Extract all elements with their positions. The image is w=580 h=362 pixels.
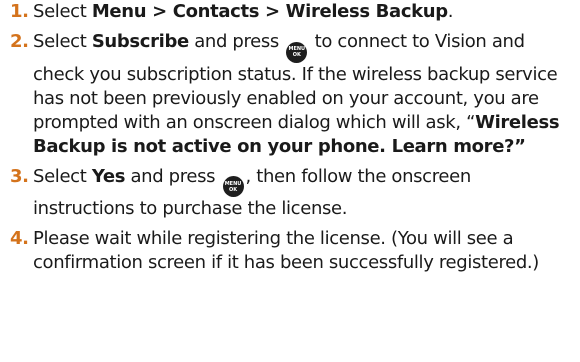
menu-path: Menu > Contacts > Wireless Backup bbox=[91, 1, 448, 22]
step-1: 1. Select Menu > Contacts > Wireless Bac… bbox=[0, 0, 580, 24]
yes-option: Yes bbox=[91, 165, 126, 187]
step-text: Please wait while registering the licens… bbox=[33, 228, 539, 273]
step-number: 2. bbox=[10, 31, 29, 52]
step-text: and press bbox=[125, 165, 221, 187]
step-text: and press bbox=[188, 31, 285, 52]
step-3: 3. Select Yes and press MENU OK, then fol… bbox=[0, 165, 580, 222]
step-number: 1. bbox=[10, 1, 29, 22]
subscribe-option: Subscribe bbox=[91, 31, 189, 52]
step-number: 4. bbox=[10, 228, 29, 249]
step-list: 1. Select Menu > Contacts > Wireless Bac… bbox=[0, 0, 580, 275]
instruction-document: 1. Select Menu > Contacts > Wireless Bac… bbox=[0, 0, 580, 362]
step-4: 4. Please wait while registering the lic… bbox=[0, 227, 580, 275]
key-bottom-label: OK bbox=[228, 186, 238, 193]
key-bottom-label: OK bbox=[292, 52, 301, 58]
step-2: 2. Select Subscribe and press MENU OK to … bbox=[0, 30, 580, 159]
step-text: Select bbox=[33, 1, 92, 22]
step-text: Select bbox=[33, 31, 92, 52]
menu-ok-key-icon: MENU OK bbox=[222, 176, 244, 197]
menu-ok-key-icon: MENU OK bbox=[286, 41, 308, 63]
step-text: . bbox=[447, 1, 454, 22]
step-number: 3. bbox=[10, 165, 29, 187]
step-text: Select bbox=[33, 165, 92, 187]
